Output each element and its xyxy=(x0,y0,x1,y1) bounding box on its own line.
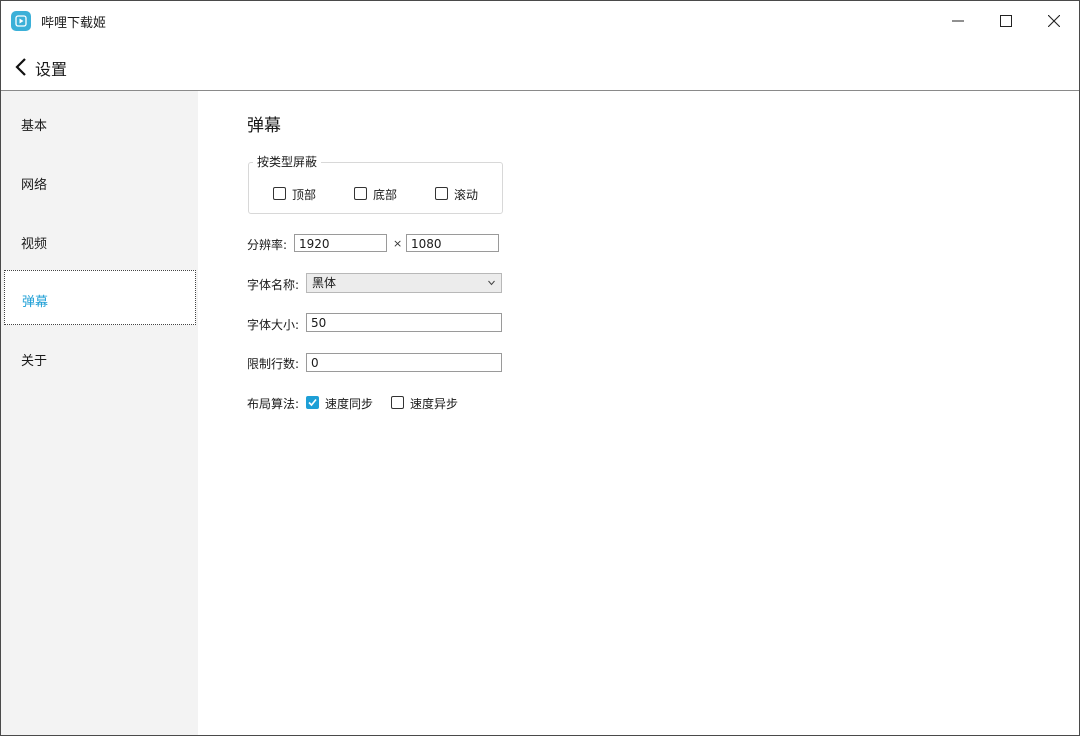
section-title: 弹幕 xyxy=(247,116,281,136)
sidebar-item-video[interactable]: 视频 xyxy=(4,213,194,265)
sidebar-item-basic[interactable]: 基本 xyxy=(4,95,194,147)
sidebar-item-label: 网络 xyxy=(21,178,48,193)
title-bar: 哔哩下载姬 xyxy=(1,1,1079,41)
app-logo-icon xyxy=(11,11,31,31)
close-icon xyxy=(1048,15,1060,27)
block-top-checkbox[interactable]: 顶部 xyxy=(273,186,323,204)
checkmark-icon xyxy=(308,398,317,407)
block-scroll-label: 滚动 xyxy=(454,188,479,202)
font-name-label: 字体名称: xyxy=(247,278,300,292)
layout-sync-label: 速度同步 xyxy=(325,397,374,411)
font-name-value: 黑体 xyxy=(312,276,337,290)
checkbox-box xyxy=(435,187,448,200)
chevron-down-icon xyxy=(488,280,495,286)
sidebar-item-label: 视频 xyxy=(21,237,48,252)
chevron-left-icon xyxy=(15,58,26,76)
line-limit-label: 限制行数: xyxy=(247,357,300,371)
back-button[interactable]: 设置 xyxy=(15,55,75,79)
block-scroll-checkbox[interactable]: 滚动 xyxy=(435,186,485,204)
sidebar-item-danmaku[interactable]: 弹幕 xyxy=(4,270,196,325)
checkbox-box xyxy=(273,187,286,200)
minimize-icon xyxy=(952,20,964,22)
block-top-label: 顶部 xyxy=(292,188,317,202)
font-size-label: 字体大小: xyxy=(247,318,300,332)
sidebar-item-label: 基本 xyxy=(21,119,48,134)
page-title: 设置 xyxy=(35,60,68,79)
layout-async-checkbox[interactable]: 速度异步 xyxy=(391,395,461,413)
sidebar-item-about[interactable]: 关于 xyxy=(4,330,194,382)
line-limit-input[interactable]: 0 xyxy=(306,353,502,372)
checkbox-box xyxy=(391,396,404,409)
layout-sync-checkbox[interactable]: 速度同步 xyxy=(306,395,376,413)
checkbox-box-checked xyxy=(306,396,319,409)
sidebar-item-label: 弹幕 xyxy=(22,295,49,310)
resolution-width-input[interactable]: 1920 xyxy=(294,234,387,252)
font-name-select[interactable]: 黑体 xyxy=(306,273,502,293)
sidebar-item-network[interactable]: 网络 xyxy=(4,154,194,206)
font-size-input[interactable]: 50 xyxy=(306,313,502,332)
maximize-button[interactable] xyxy=(983,1,1029,41)
block-bottom-checkbox[interactable]: 底部 xyxy=(354,186,404,204)
sidebar-item-label: 关于 xyxy=(21,354,48,369)
app-window: 哔哩下载姬 设置 基本 网络 视频 弹幕 关于 弹幕 按类型屏蔽 顶部 底部 滚… xyxy=(0,0,1080,736)
close-button[interactable] xyxy=(1031,1,1077,41)
resolution-separator: × xyxy=(393,237,403,250)
block-by-type-legend: 按类型屏蔽 xyxy=(253,153,322,170)
layout-algorithm-label: 布局算法: xyxy=(247,397,300,411)
app-title: 哔哩下载姬 xyxy=(41,16,107,31)
resolution-height-input[interactable]: 1080 xyxy=(406,234,499,252)
layout-async-label: 速度异步 xyxy=(410,397,459,411)
resolution-label: 分辨率: xyxy=(247,238,288,252)
minimize-button[interactable] xyxy=(935,1,981,41)
checkbox-box xyxy=(354,187,367,200)
block-bottom-label: 底部 xyxy=(373,188,398,202)
sidebar: 基本 网络 视频 弹幕 关于 xyxy=(1,91,198,735)
maximize-icon xyxy=(1000,15,1012,27)
